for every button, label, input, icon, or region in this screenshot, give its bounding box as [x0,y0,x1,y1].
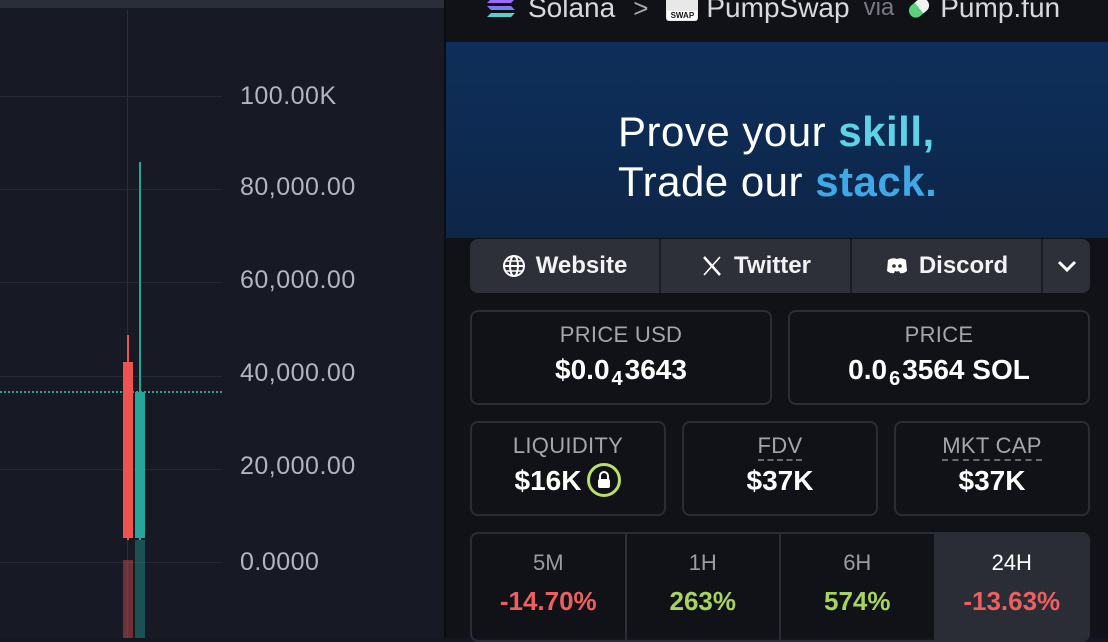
volume-bar [123,560,133,638]
tab-5m[interactable]: 5M -14.70% [472,534,627,640]
fdv-card: FDV $37K [682,421,878,516]
discord-icon [886,258,907,274]
banner-line-2: Trade our stack. [618,158,938,205]
price-chart[interactable]: 100.00K 80,000.00 60,000.00 40,000.00 20… [0,0,445,638]
tab-24h-label: 24H [991,550,1032,575]
candles [123,162,145,638]
mkt-cap-label[interactable]: MKT CAP [942,433,1042,461]
pumpfun-pill-icon [906,0,933,21]
liquidity-card: LIQUIDITY $16K [470,421,666,516]
y-axis-tick: 100.00K [240,82,337,110]
more-links-button[interactable] [1043,239,1090,293]
price-change-tabs: 5M -14.70% 1H 263% 6H 574% 24H -13.63% [470,532,1090,642]
x-twitter-icon [703,256,721,276]
price-usd-value: $0.0 43643 [555,354,687,390]
price-sol-label: PRICE [904,322,974,347]
tab-6h-label: 6H [843,550,872,575]
pumpswap-icon: SWAP [666,0,699,21]
y-axis-tick: 0.0000 [240,548,320,576]
price-usd-label: PRICE USD [559,322,683,347]
candle-body-up [135,392,145,538]
breadcrumb-dex[interactable]: PumpSwap [706,0,849,24]
tab-6h-change: 574% [824,586,891,616]
tab-1h-change: 263% [669,586,737,616]
chevron-down-icon [1057,260,1076,273]
tab-6h[interactable]: 6H 574% [781,534,936,640]
candle-body-down [123,362,133,538]
liquidity-value: $16K [472,462,664,500]
twitter-button[interactable]: Twitter [661,239,852,293]
chevron-right-icon: > [633,0,649,23]
solana-icon [487,0,515,17]
fdv-value: $37K [746,465,814,496]
website-button[interactable]: Website [470,239,661,293]
token-info-panel: Solana > SWAP PumpSwap via Pump.fun Prov… [446,0,1108,642]
website-label: Website [535,252,628,279]
y-axis-tick: 20,000.00 [240,452,356,480]
tab-1h[interactable]: 1H 263% [627,534,781,640]
banner-line-1: Prove your skill, [618,108,935,155]
promo-banner[interactable]: Prove your skill, Trade our stack. [446,42,1108,238]
mkt-cap-value: $37K [958,465,1026,496]
breadcrumb-launchpad[interactable]: Pump.fun [940,0,1060,24]
lock-icon[interactable] [587,462,622,497]
y-axis-tick: 60,000.00 [240,266,356,294]
breadcrumb: Solana > SWAP PumpSwap via Pump.fun [446,0,1108,30]
liquidity-label: LIQUIDITY [512,433,624,458]
tab-5m-label: 5M [532,550,564,575]
mkt-cap-card: MKT CAP $37K [894,421,1090,516]
social-links-bar: Website Twitter Discord [470,239,1090,293]
breadcrumb-via: via [863,0,895,21]
tab-1h-label: 1H [688,550,717,575]
tab-24h[interactable]: 24H -13.63% [935,534,1088,640]
globe-icon [502,255,525,277]
volume-bar [135,540,145,638]
breadcrumb-chain[interactable]: Solana [528,0,615,24]
fdv-label[interactable]: FDV [757,433,803,461]
price-usd-card: PRICE USD $0.0 43643 [470,310,772,405]
y-axis-tick: 40,000.00 [240,359,356,387]
tab-5m-change: -14.70% [499,586,597,616]
twitter-label: Twitter [734,252,811,279]
discord-button[interactable]: Discord [852,239,1043,293]
y-axis-tick: 80,000.00 [240,173,356,201]
price-sol-value: 0.0 63564 SOL [848,354,1030,390]
price-sol-card: PRICE 0.0 63564 SOL [788,310,1090,405]
discord-label: Discord [918,252,1009,279]
tab-24h-change: -13.63% [963,586,1061,616]
